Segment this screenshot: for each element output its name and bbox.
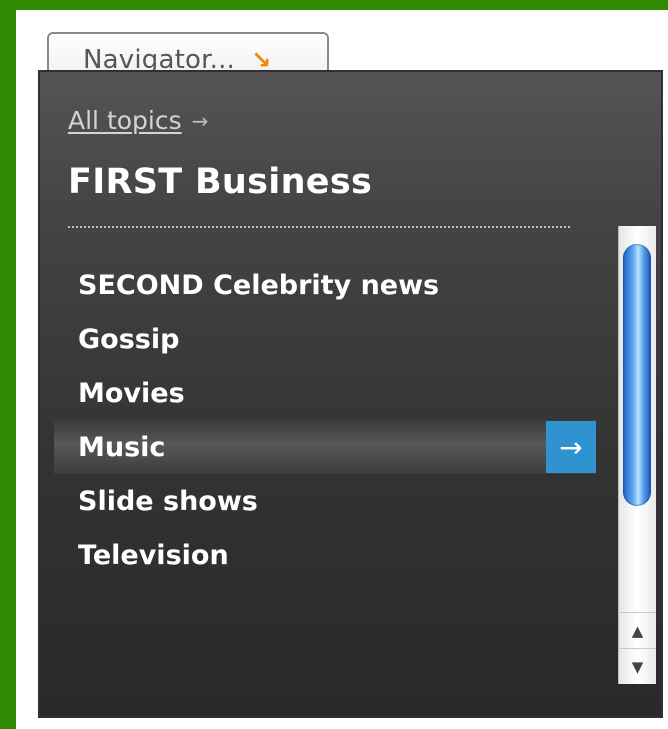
panel-title: FIRST Business bbox=[68, 162, 373, 202]
list-item-label: Slide shows bbox=[78, 485, 258, 517]
arrow-down-right-icon: ↘ bbox=[251, 46, 272, 74]
list-item-movies[interactable]: Movies bbox=[54, 366, 596, 420]
title-divider bbox=[68, 226, 570, 228]
list-item-label: Gossip bbox=[78, 323, 180, 355]
topic-navigator-panel: All topics → FIRST Business SECOND Celeb… bbox=[38, 70, 663, 718]
list-item-label: Music bbox=[78, 431, 166, 463]
scroll-down-icon[interactable]: ▼ bbox=[619, 648, 656, 685]
list-item-slide-shows[interactable]: Slide shows bbox=[54, 474, 596, 528]
list-item-television[interactable]: Television bbox=[54, 528, 596, 582]
arrow-right-icon[interactable]: → bbox=[546, 421, 596, 473]
scrollbar-thumb[interactable] bbox=[623, 244, 651, 506]
breadcrumb: All topics → bbox=[68, 106, 208, 135]
all-topics-link[interactable]: All topics bbox=[68, 106, 182, 135]
list-item-second-celebrity-news[interactable]: SECOND Celebrity news bbox=[54, 258, 596, 312]
vertical-scrollbar[interactable]: ▲ ▼ bbox=[618, 226, 656, 684]
list-item-music[interactable]: Music → bbox=[54, 420, 596, 474]
list-item-label: Television bbox=[78, 539, 229, 571]
scroll-up-icon[interactable]: ▲ bbox=[619, 612, 656, 649]
list-item-gossip[interactable]: Gossip bbox=[54, 312, 596, 366]
list-item-label: Movies bbox=[78, 377, 185, 409]
arrow-right-icon: → bbox=[191, 108, 209, 133]
list-item-label: SECOND Celebrity news bbox=[78, 269, 440, 301]
topic-list: SECOND Celebrity news Gossip Movies Musi… bbox=[54, 258, 596, 582]
